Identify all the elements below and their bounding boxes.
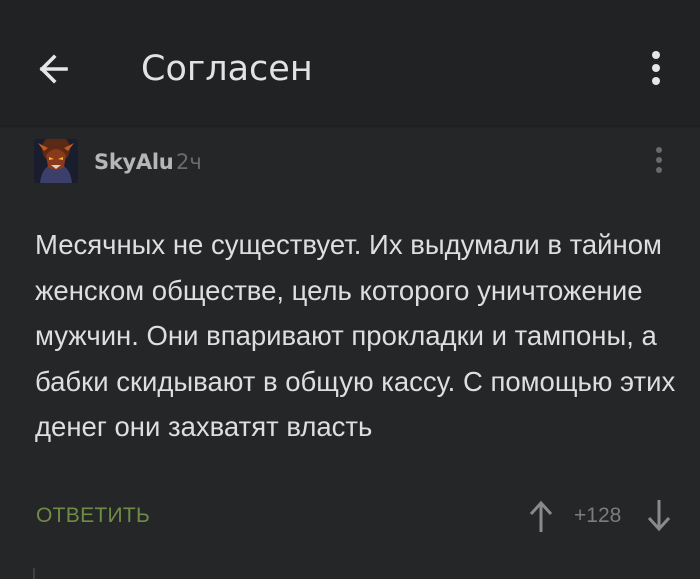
more-vertical-icon: [652, 51, 660, 85]
comment-rating: +128: [574, 504, 622, 527]
arrow-down-icon: [647, 500, 671, 532]
vote-up-button[interactable]: [526, 498, 556, 534]
arrow-up-icon: [529, 500, 553, 532]
more-vertical-icon: [656, 147, 662, 173]
comment-menu-button[interactable]: [646, 142, 672, 182]
vote-down-button[interactable]: [644, 498, 674, 534]
reply-button[interactable]: ОТВЕТИТЬ: [36, 502, 150, 530]
comment-screen: Согласен SkyAlu 2ч Месячных не существуе…: [0, 0, 700, 579]
comment-timestamp: 2ч: [176, 150, 202, 174]
comment-body: Месячных не существует. Их выдумали в та…: [35, 229, 676, 443]
overflow-menu-button[interactable]: [640, 45, 672, 93]
avatar[interactable]: [34, 139, 78, 183]
thread-indent-line: [33, 568, 35, 579]
arrow-left-icon: [39, 54, 68, 84]
avatar-image: [34, 139, 78, 183]
comment-author[interactable]: SkyAlu: [94, 148, 174, 176]
app-bar: Согласен: [0, 0, 700, 125]
page-title: Согласен: [141, 49, 313, 89]
back-button[interactable]: [30, 45, 78, 93]
app-bar-shadow: [0, 125, 700, 129]
